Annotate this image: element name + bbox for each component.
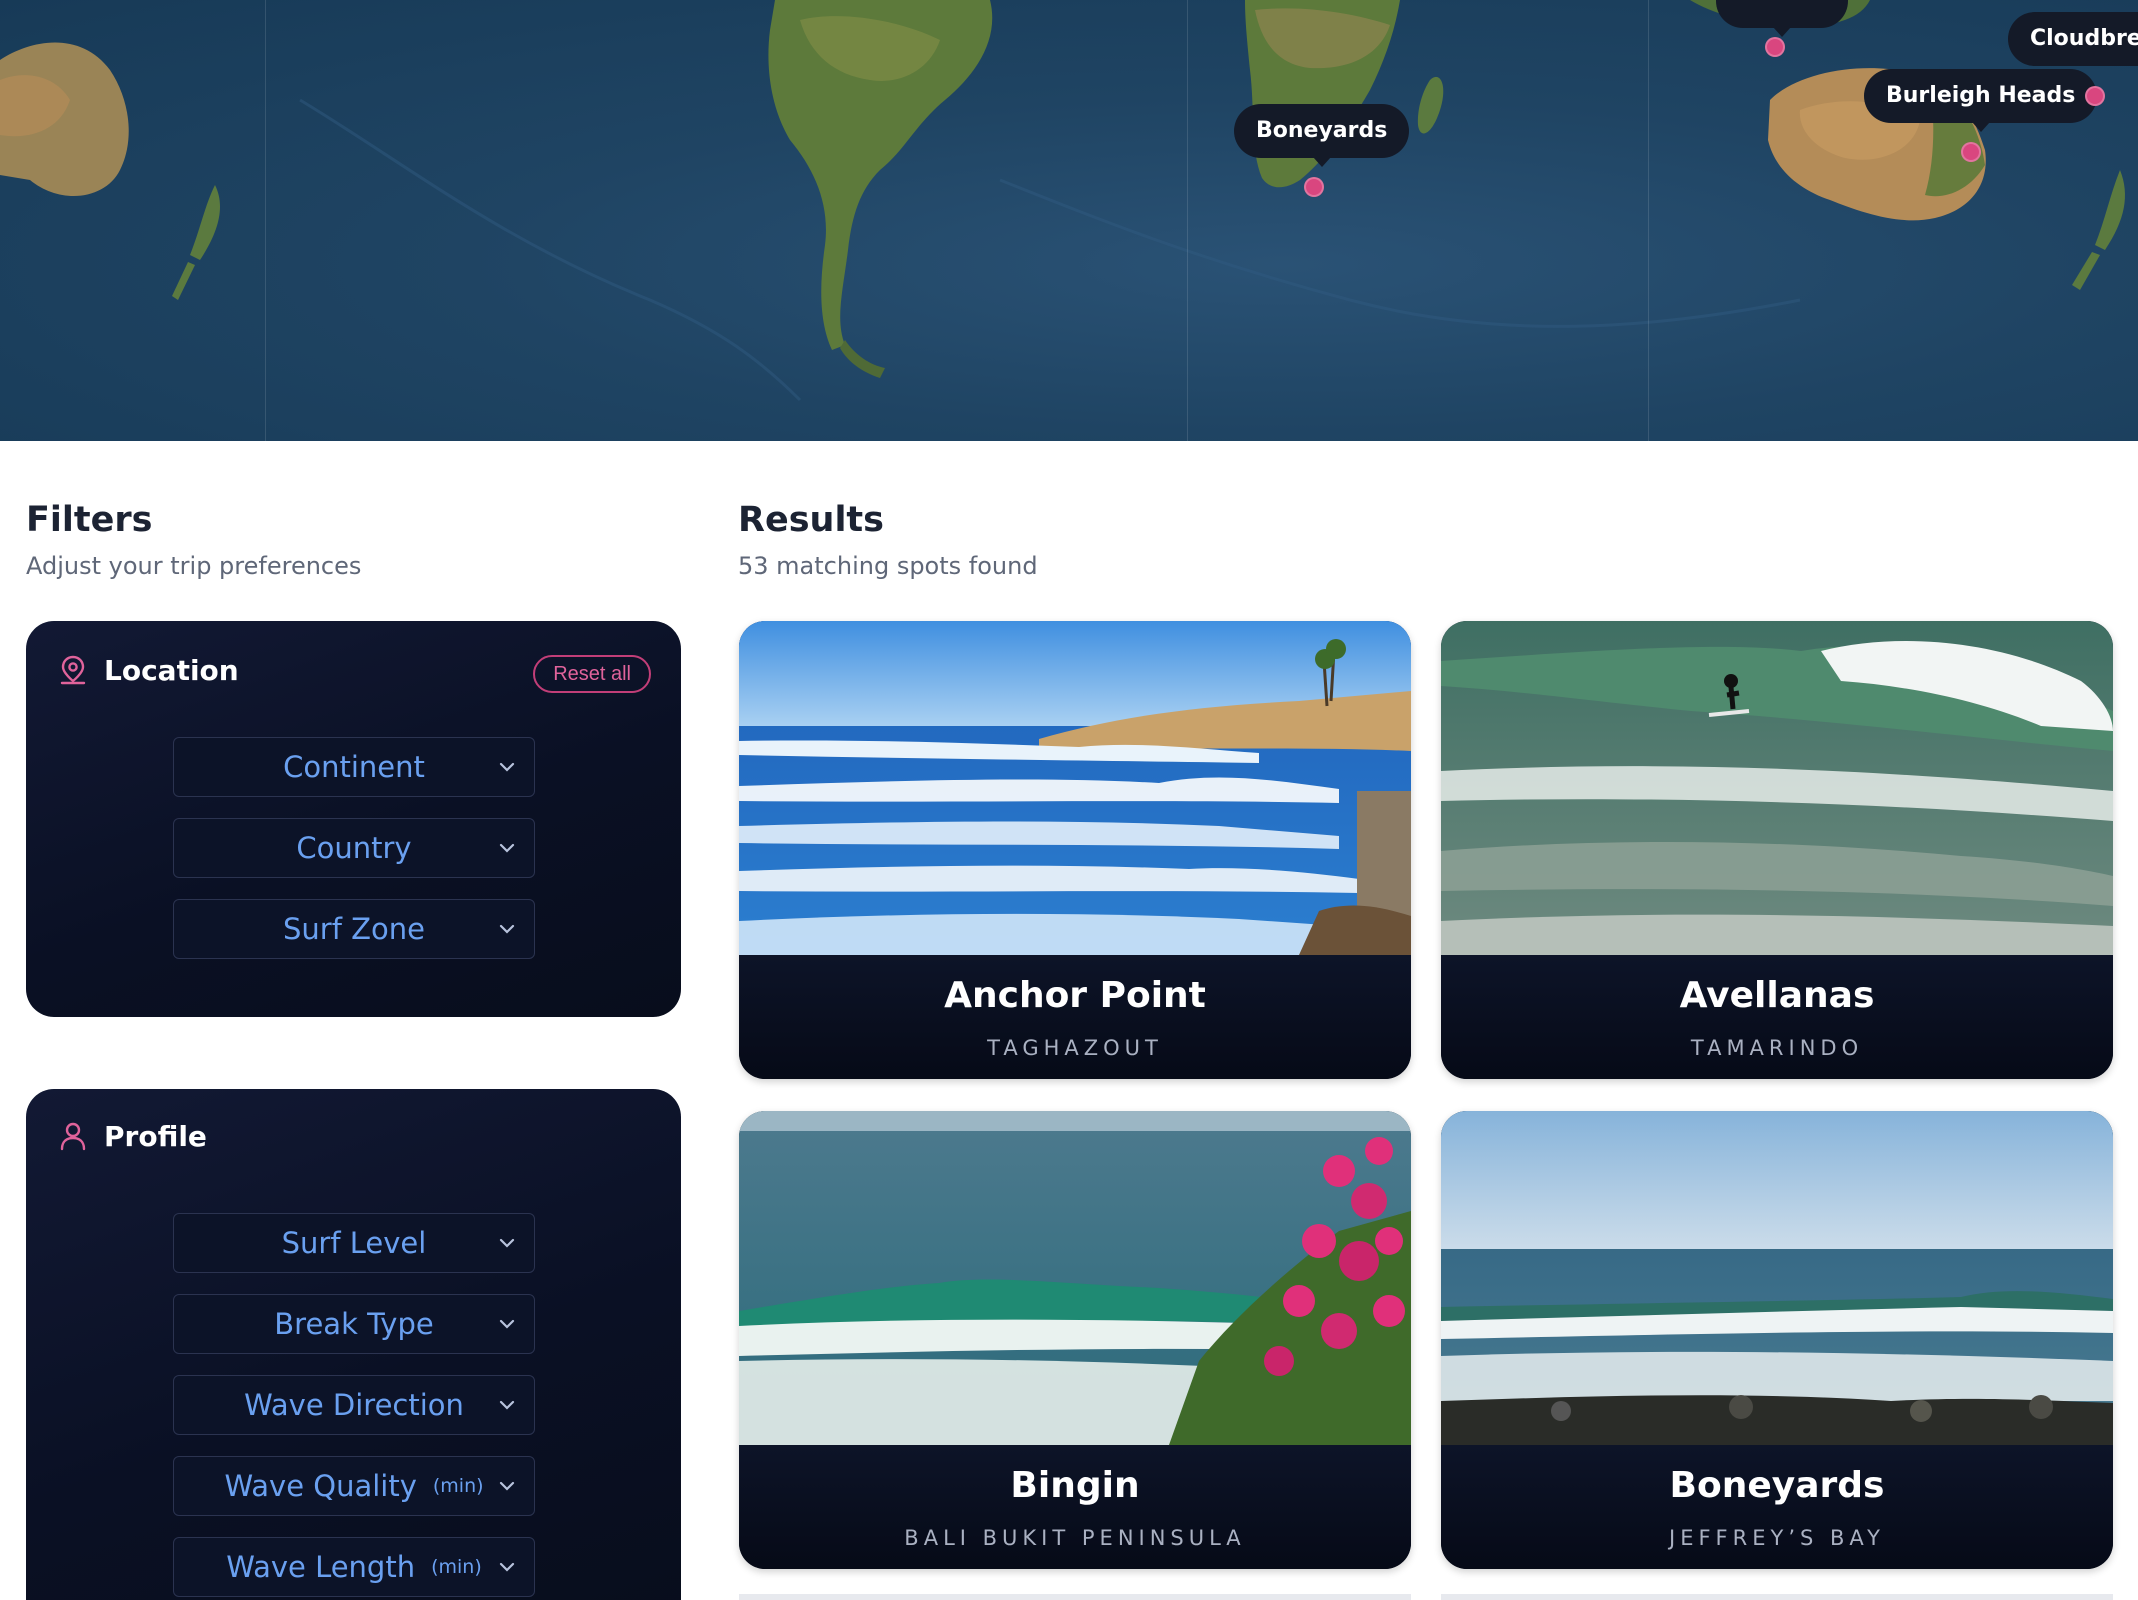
map-tile-seam bbox=[265, 0, 266, 441]
chevron-down-icon bbox=[499, 762, 515, 772]
wave-direction-select[interactable]: Wave Direction bbox=[173, 1375, 535, 1435]
chevron-down-icon bbox=[499, 843, 515, 853]
results-heading: Results bbox=[738, 500, 884, 540]
map-label-cloudbreak[interactable]: Cloudbrea bbox=[2008, 12, 2138, 66]
world-map[interactable]: Boneyards Burleigh Heads Cloudbrea bbox=[0, 0, 2138, 441]
country-select-label: Country bbox=[296, 831, 412, 865]
map-pin-icon bbox=[60, 655, 86, 685]
chevron-down-icon bbox=[499, 1400, 515, 1410]
wave-quality-min-tag: (min) bbox=[432, 1475, 484, 1497]
filters-heading: Filters bbox=[26, 500, 153, 540]
wave-quality-select[interactable]: Wave Quality (min) bbox=[173, 1456, 535, 1516]
result-card[interactable]: Avellanas TAMARINDO bbox=[1441, 621, 2113, 1079]
chevron-down-icon bbox=[499, 1481, 515, 1491]
spot-photo bbox=[1441, 1111, 2113, 1445]
map-tile-seam bbox=[1648, 0, 1649, 441]
map-label-burleigh-heads[interactable]: Burleigh Heads bbox=[1864, 69, 2098, 132]
chevron-down-icon bbox=[499, 1319, 515, 1329]
result-card-info: Boneyards JEFFREY’S BAY bbox=[1441, 1445, 2113, 1569]
result-card[interactable]: Anchor Point TAGHAZOUT bbox=[739, 621, 1411, 1079]
chevron-down-icon bbox=[499, 924, 515, 934]
chevron-down-icon bbox=[499, 1562, 515, 1572]
break-type-select-label: Break Type bbox=[274, 1307, 434, 1341]
map-tile-seam bbox=[1187, 0, 1188, 441]
location-panel-title: Location bbox=[104, 653, 239, 687]
result-card-info: Avellanas TAMARINDO bbox=[1441, 955, 2113, 1079]
map-label-boneyards[interactable]: Boneyards bbox=[1234, 104, 1410, 167]
profile-panel-title: Profile bbox=[104, 1119, 207, 1153]
map-marker-burleigh-heads[interactable] bbox=[1961, 142, 1981, 162]
wave-length-min-tag: (min) bbox=[431, 1556, 482, 1578]
surf-level-select-label: Surf Level bbox=[281, 1226, 427, 1260]
spot-location: JEFFREY’S BAY bbox=[1669, 1526, 1885, 1550]
spot-name: Boneyards bbox=[1669, 1465, 1885, 1506]
result-card-partial[interactable] bbox=[1441, 1594, 2113, 1600]
spot-name: Anchor Point bbox=[944, 975, 1206, 1016]
map-terrain bbox=[0, 0, 2125, 402]
map-label-partial[interactable] bbox=[1716, 0, 1848, 37]
filters-subtitle: Adjust your trip preferences bbox=[26, 552, 362, 580]
spot-photo bbox=[739, 1111, 1411, 1445]
wave-length-select-label: Wave Length bbox=[226, 1550, 416, 1584]
location-panel-header: Location bbox=[56, 653, 239, 687]
map-marker-cloudbreak[interactable] bbox=[2085, 86, 2105, 106]
map-marker-boneyards[interactable] bbox=[1304, 177, 1324, 197]
location-panel: Location Reset all Continent Country Sur… bbox=[26, 621, 681, 1017]
profile-panel-header: Profile bbox=[56, 1119, 207, 1153]
spot-name: Avellanas bbox=[1679, 975, 1875, 1016]
user-icon bbox=[60, 1122, 86, 1151]
continent-select[interactable]: Continent bbox=[173, 737, 535, 797]
map-marker[interactable] bbox=[1765, 37, 1785, 57]
spot-photo bbox=[1441, 621, 2113, 955]
wave-direction-select-label: Wave Direction bbox=[244, 1388, 464, 1422]
profile-panel: Profile Surf Level Break Type Wave Direc… bbox=[26, 1089, 681, 1600]
spot-location: TAMARINDO bbox=[1690, 1036, 1864, 1060]
result-card[interactable]: Bingin BALI BUKIT PENINSULA bbox=[739, 1111, 1411, 1569]
wave-quality-select-label: Wave Quality bbox=[224, 1469, 417, 1503]
result-card-info: Bingin BALI BUKIT PENINSULA bbox=[739, 1445, 1411, 1569]
country-select[interactable]: Country bbox=[173, 818, 535, 878]
chevron-down-icon bbox=[499, 1238, 515, 1248]
surf-zone-select-label: Surf Zone bbox=[283, 912, 425, 946]
result-card-info: Anchor Point TAGHAZOUT bbox=[739, 955, 1411, 1079]
surf-level-select[interactable]: Surf Level bbox=[173, 1213, 535, 1273]
result-card-partial[interactable] bbox=[739, 1594, 1411, 1600]
spot-location: BALI BUKIT PENINSULA bbox=[904, 1526, 1246, 1550]
wave-length-select[interactable]: Wave Length (min) bbox=[173, 1537, 535, 1597]
spot-photo bbox=[739, 621, 1411, 955]
spot-name: Bingin bbox=[1010, 1465, 1140, 1506]
spot-location: TAGHAZOUT bbox=[987, 1036, 1163, 1060]
reset-all-button[interactable]: Reset all bbox=[533, 655, 651, 693]
result-card[interactable]: Boneyards JEFFREY’S BAY bbox=[1441, 1111, 2113, 1569]
surf-zone-select[interactable]: Surf Zone bbox=[173, 899, 535, 959]
results-count: 53 matching spots found bbox=[738, 552, 1038, 580]
break-type-select[interactable]: Break Type bbox=[173, 1294, 535, 1354]
continent-select-label: Continent bbox=[283, 750, 425, 784]
